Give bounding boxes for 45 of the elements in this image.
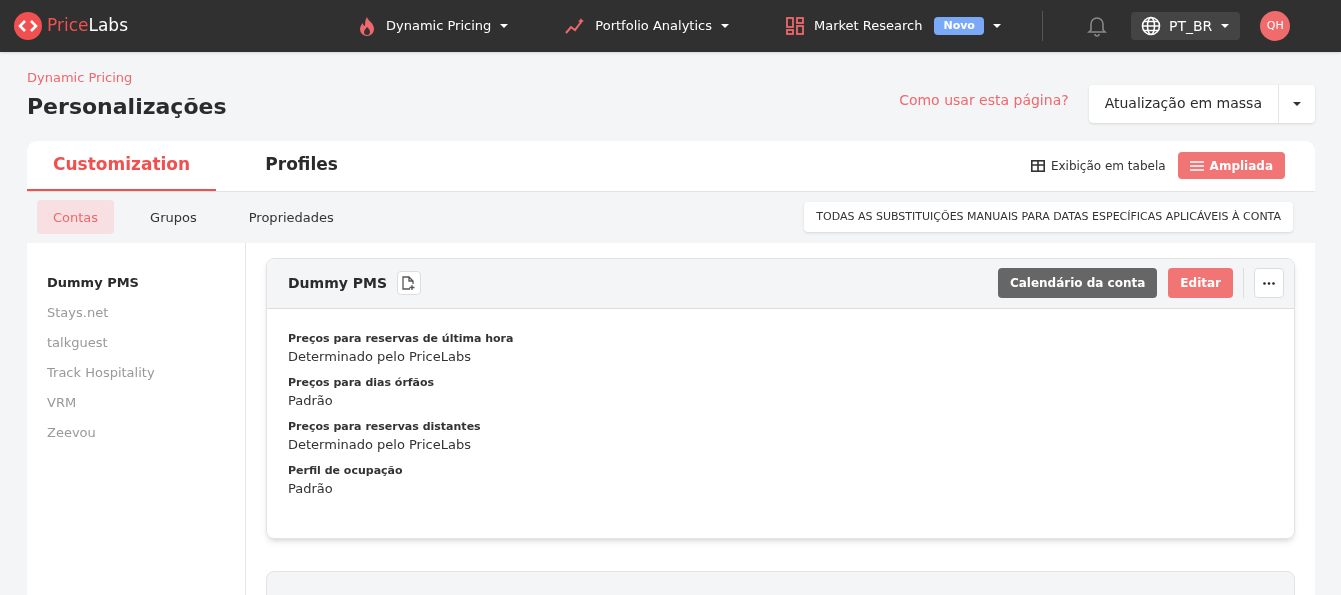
setting-label: Preços para dias órfãos	[288, 374, 436, 391]
add-note-button[interactable]	[397, 271, 422, 295]
language-button[interactable]: PT_BR	[1130, 12, 1241, 40]
sub-tab[interactable]: Grupos	[134, 200, 213, 235]
new-badge: Novo	[934, 16, 984, 36]
setting-value: Padrão	[288, 392, 334, 410]
tab[interactable]: Profiles	[216, 140, 388, 192]
account-calendar-button[interactable]: Calendário da conta	[997, 268, 1158, 298]
menu-icon	[1189, 161, 1204, 171]
overrides-button[interactable]: TODAS AS SUBSTITUIÇÕES MANUAIS PARA DATAS ESPECÍFICAS APLICÁVEIS À CONTA	[804, 202, 1293, 233]
account-item[interactable]: Dummy PMS	[47, 272, 245, 303]
logo-icon	[14, 12, 42, 40]
setting-value: Determinado pelo PriceLabs	[288, 348, 472, 366]
more-icon	[1263, 281, 1275, 285]
flame-icon	[358, 16, 377, 36]
caret-icon	[1220, 23, 1231, 29]
setting-label: Perfil de ocupação	[288, 462, 404, 479]
caret-icon	[499, 23, 510, 29]
dashboard-icon	[786, 17, 804, 35]
account-item[interactable]: VRM	[47, 392, 245, 423]
avatar[interactable]: QH	[1260, 11, 1291, 41]
setting-label: Preços para reservas distantes	[288, 418, 482, 435]
table-icon	[1030, 160, 1045, 172]
caret-icon	[1292, 100, 1302, 107]
card-title: Dummy PMS	[288, 273, 388, 293]
nav-menu[interactable]: Market Research Novo	[786, 16, 1002, 36]
file-plus-icon	[402, 275, 417, 291]
account-item[interactable]: talkguest	[47, 332, 245, 363]
trend-chart-icon	[565, 17, 586, 35]
bell-icon[interactable]	[1086, 15, 1107, 37]
page-title: Personalizações	[27, 92, 227, 121]
account-item[interactable]: Stays.net	[47, 302, 245, 333]
setting-value: Padrão	[288, 480, 334, 498]
caret-icon	[720, 23, 730, 29]
nav-menu[interactable]: Dynamic Pricing	[358, 16, 510, 36]
view-toggle[interactable]: Exibição em tabela	[1018, 152, 1178, 180]
globe-icon	[1140, 16, 1161, 36]
account-item[interactable]: Zeevou	[47, 422, 245, 453]
sub-tab[interactable]: Propriedades	[232, 200, 350, 235]
logo-text: PriceLabs	[47, 14, 129, 38]
caret-icon	[991, 23, 1002, 29]
setting-value: Determinado pelo PriceLabs	[288, 436, 472, 454]
account-item[interactable]: Track Hospitality	[47, 362, 245, 393]
nav-menu[interactable]: Portfolio Analytics	[565, 16, 730, 36]
setting-label: Preços para reservas de última hora	[288, 330, 515, 347]
